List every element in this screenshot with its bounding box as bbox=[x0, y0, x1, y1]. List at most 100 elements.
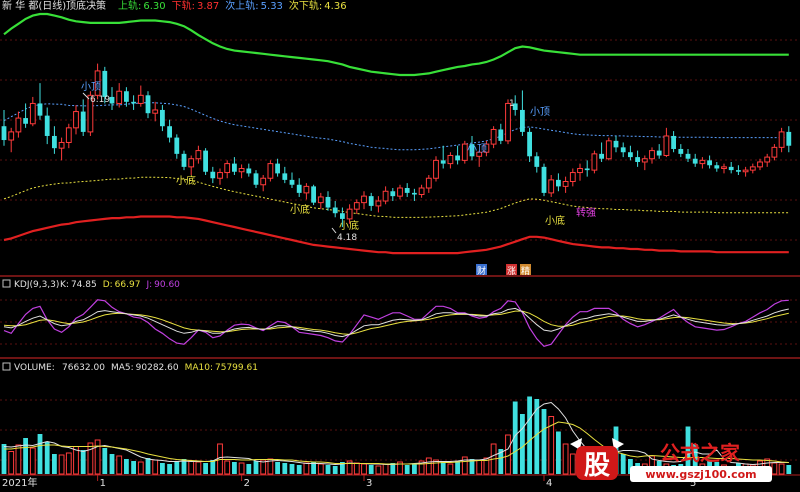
volume-bar-75 bbox=[541, 409, 547, 474]
candle-body-89 bbox=[641, 158, 648, 163]
candle-body-101 bbox=[728, 166, 734, 171]
candle-body-108 bbox=[778, 131, 785, 148]
volume-bar-73 bbox=[527, 396, 532, 474]
top-signal-label-3: 小顶 bbox=[530, 106, 550, 118]
candle-body-91 bbox=[656, 150, 662, 156]
volume-bar-41 bbox=[296, 465, 302, 474]
volume-bar-63 bbox=[455, 461, 460, 474]
candle-body-7 bbox=[52, 135, 57, 149]
watermark-title: 公式之家 bbox=[660, 441, 741, 465]
candle-body-78 bbox=[562, 181, 569, 187]
kdj-items-value-2: 90.60 bbox=[154, 280, 180, 290]
volume-bar-20 bbox=[145, 458, 151, 474]
candle-body-36 bbox=[260, 177, 267, 186]
chart-stage: 新 华 都(日线) 顶底决策 上轨: 6.30 下轨: 3.87 次上轨: 5.33 次下轨… bbox=[0, 0, 800, 489]
candle-body-51 bbox=[368, 196, 374, 206]
candle-body-55 bbox=[397, 187, 403, 197]
volume-bar-56 bbox=[404, 465, 410, 474]
candle-body-18 bbox=[131, 101, 136, 104]
lower-band-line bbox=[3, 215, 789, 255]
volume-bar-40 bbox=[289, 464, 295, 474]
kdj-items-value-1: 66.97 bbox=[115, 280, 141, 290]
volume-bar-62 bbox=[447, 463, 454, 475]
candle-body-41 bbox=[296, 184, 302, 193]
logo-text: 股 bbox=[584, 451, 610, 481]
volume-bar-14 bbox=[102, 448, 108, 474]
candle-body-87 bbox=[628, 152, 633, 158]
candle-body-38 bbox=[275, 163, 280, 174]
candle-body-52 bbox=[375, 200, 382, 207]
candle-body-97 bbox=[699, 159, 706, 165]
candle-body-29 bbox=[210, 171, 216, 179]
candle-body-17 bbox=[124, 91, 129, 102]
candle-body-85 bbox=[613, 140, 619, 148]
header-items-value-0: 6.30 bbox=[143, 1, 165, 12]
indicator-name: 顶底决策 bbox=[66, 0, 106, 12]
bottom-signal-label-3: 小底 bbox=[339, 219, 359, 232]
volume-bar-34 bbox=[246, 464, 252, 474]
volume-bar-8 bbox=[58, 454, 65, 475]
candle-body-103 bbox=[742, 169, 749, 173]
candle-body-98 bbox=[707, 160, 712, 166]
candle-body-34 bbox=[246, 168, 252, 174]
price-bands bbox=[3, 12, 789, 255]
watermark-graphic: 股 公式之家 www.gszj100.com bbox=[570, 438, 772, 482]
month-label-1: 2 bbox=[244, 478, 250, 488]
candle-body-9 bbox=[65, 127, 72, 143]
candle-body-2 bbox=[15, 117, 22, 133]
bottom-signal-label-1: 小底 bbox=[176, 174, 196, 187]
candle-body-77 bbox=[556, 179, 561, 187]
candle-body-88 bbox=[635, 157, 640, 162]
volume-bar-21 bbox=[152, 459, 159, 475]
kdj-values: K: 74.85 D: 66.97 J: 90.60 bbox=[60, 280, 180, 290]
volume-bar-32 bbox=[232, 462, 237, 474]
candle-body-100 bbox=[721, 166, 727, 169]
volume-bar-33 bbox=[238, 462, 245, 475]
news-badge-finance-text: 财 bbox=[477, 265, 486, 277]
candle-body-6 bbox=[44, 115, 50, 136]
volume-name: VOLUME: bbox=[14, 363, 55, 373]
candle-body-106 bbox=[764, 156, 771, 163]
volume-bar-39 bbox=[282, 463, 288, 474]
candle-body-24 bbox=[174, 137, 180, 154]
candle-body-73 bbox=[527, 131, 532, 157]
candle-body-35 bbox=[253, 173, 259, 185]
volume-bar-9 bbox=[65, 452, 72, 475]
volume-bar-5 bbox=[37, 434, 43, 474]
volume-bar-53 bbox=[382, 463, 389, 475]
volume-bar-38 bbox=[275, 462, 280, 474]
watermark: 股 公式之家 www.gszj100.com bbox=[568, 436, 780, 486]
candle-body-43 bbox=[311, 186, 316, 203]
security-title: 新 华 都(日线) bbox=[2, 0, 66, 12]
header-values: 上轨: 6.30 下轨: 3.87 次上轨: 5.33 次下轨: 4.36 bbox=[118, 0, 347, 12]
candle-body-40 bbox=[289, 179, 295, 185]
volume-bar-45 bbox=[325, 465, 331, 474]
volume-bar-109 bbox=[786, 465, 792, 474]
candle-body-57 bbox=[412, 192, 417, 195]
candle-body-61 bbox=[440, 160, 446, 164]
upper-band-line bbox=[3, 12, 789, 77]
candle-body-46 bbox=[332, 207, 338, 214]
vol-items-label-2: MA10: bbox=[185, 363, 213, 373]
candle-body-50 bbox=[361, 195, 367, 204]
kdj-toggle-icon[interactable] bbox=[2, 279, 11, 288]
candle-body-79 bbox=[569, 172, 576, 183]
candle-body-81 bbox=[584, 168, 590, 171]
candle-body-93 bbox=[671, 135, 676, 149]
candle-body-42 bbox=[303, 185, 310, 194]
candle-body-102 bbox=[736, 170, 741, 172]
volume-toggle-icon[interactable] bbox=[2, 362, 11, 371]
secondary-lower-band-line bbox=[3, 176, 789, 218]
kdj-items-label-0: K: bbox=[60, 280, 69, 290]
volume-bar-31 bbox=[224, 460, 231, 475]
candle-body-25 bbox=[181, 153, 187, 167]
volume-bar-6 bbox=[44, 441, 50, 474]
vol-items-label-1: MA5: bbox=[111, 363, 134, 373]
volume-bar-72 bbox=[520, 414, 525, 474]
signal-one: 1 bbox=[509, 99, 515, 109]
candle-body-39 bbox=[282, 173, 288, 180]
month-label-3: 4 bbox=[546, 478, 552, 488]
volume-bar-29 bbox=[210, 460, 216, 474]
candle-body-90 bbox=[649, 150, 655, 160]
candle-body-104 bbox=[749, 166, 756, 171]
